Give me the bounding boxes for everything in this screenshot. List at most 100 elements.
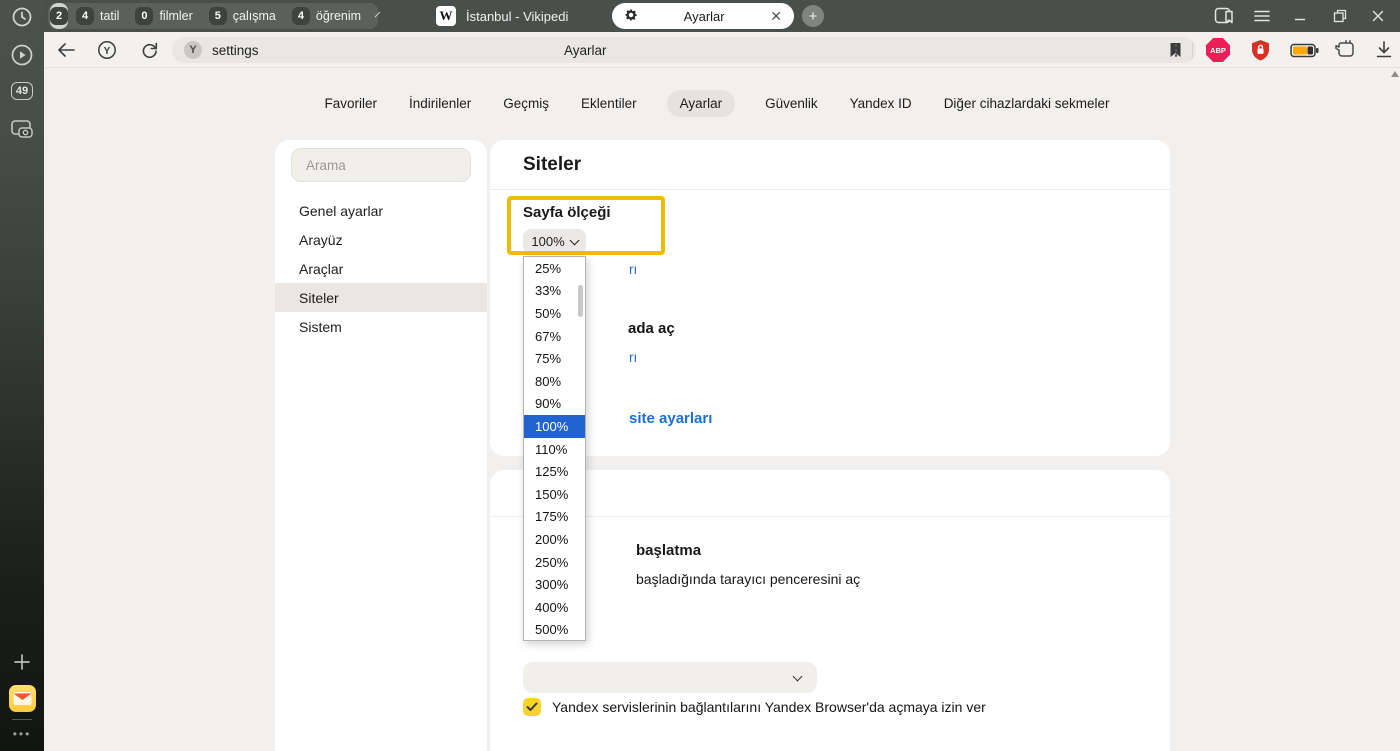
- startup-heading-fragment: başlatma: [636, 542, 701, 559]
- tab-groups-strip: 2 4 tatil 0 filmler 5 çalışma 4 öğrenim: [48, 3, 378, 29]
- tab-group-tatil[interactable]: 4 tatil: [68, 7, 127, 25]
- chevron-down-icon: [569, 235, 579, 245]
- zoom-option-50[interactable]: 50%: [524, 302, 585, 325]
- nav-tab-indirilenler[interactable]: İndirilenler: [407, 90, 473, 117]
- refresh-icon[interactable]: [136, 32, 162, 68]
- menu-item-genel-ayarlar[interactable]: Genel ayarlar: [275, 196, 487, 225]
- tab-wikipedia[interactable]: W İstanbul - Vikipedi: [394, 0, 568, 32]
- scroll-up-arrow-icon[interactable]: [1391, 71, 1399, 77]
- allow-yandex-links-row[interactable]: Yandex servislerinin bağlantılarını Yand…: [523, 698, 1143, 716]
- page-scale-dropdown-button[interactable]: 100%: [523, 229, 586, 254]
- startup-option-text[interactable]: başladığında tarayıcı penceresini aç: [636, 571, 860, 587]
- tab-group-calisma[interactable]: 5 çalışma: [201, 7, 284, 25]
- siteler-card: Siteler Sayfa ölçeği 100% rı ada aç rı s…: [490, 140, 1170, 456]
- zoom-option-25[interactable]: 25%: [524, 257, 585, 280]
- zoom-option-90[interactable]: 90%: [524, 393, 585, 416]
- back-arrow-icon[interactable]: [52, 32, 80, 68]
- nav-tab-guvenlik[interactable]: Güvenlik: [763, 90, 820, 117]
- tab-group-filmler[interactable]: 0 filmler: [127, 7, 200, 25]
- screenshot-icon[interactable]: [0, 115, 44, 143]
- tab-settings-active[interactable]: Ayarlar ✕: [612, 3, 794, 29]
- wikipedia-favicon: W: [436, 6, 456, 26]
- hidden-link-fragment-1[interactable]: rı: [629, 262, 637, 277]
- zoom-option-110[interactable]: 110%: [524, 438, 585, 461]
- zoom-option-100-selected[interactable]: 100%: [524, 415, 585, 438]
- nav-tab-favoriler[interactable]: Favoriler: [322, 90, 379, 117]
- zoom-option-150[interactable]: 150%: [524, 483, 585, 506]
- site-settings-link-fragment[interactable]: site ayarları: [629, 410, 712, 427]
- url-text[interactable]: settings: [212, 37, 259, 63]
- tabs-counter-badge[interactable]: 49: [0, 79, 44, 103]
- zoom-option-300[interactable]: 300%: [524, 573, 585, 596]
- settings-menu-list: Genel ayarlar Arayüz Araçlar Siteler Sis…: [275, 196, 487, 341]
- video-play-icon[interactable]: [0, 42, 44, 68]
- group-count: 0: [135, 7, 153, 25]
- page-scale-dropdown-menu: 25% 33% 50% 67% 75% 80% 90% 100% 110% 12…: [523, 256, 586, 641]
- restore-button[interactable]: [1324, 0, 1356, 32]
- startup-mode-select[interactable]: [523, 662, 817, 693]
- group-label: tatil: [100, 9, 119, 23]
- yandex-mail-icon[interactable]: [0, 684, 44, 712]
- page-scrollbar[interactable]: [1390, 68, 1400, 751]
- hidden-bold-fragment: ada aç: [628, 320, 675, 337]
- more-options-dots-icon[interactable]: •••: [0, 724, 44, 744]
- group-count: 5: [209, 7, 227, 25]
- menu-item-araclar[interactable]: Araçlar: [275, 254, 487, 283]
- address-bar: Y Y settings Ayarlar ⋮ ABP: [44, 32, 1400, 68]
- kebab-menu-icon[interactable]: ⋮: [1166, 32, 1186, 68]
- downloads-icon[interactable]: [1370, 32, 1398, 68]
- left-sidebar: 49 •••: [0, 0, 44, 751]
- yandex-home-icon[interactable]: Y: [94, 32, 120, 68]
- sistem-card: başlatma başladığında tarayıcı penceresi…: [490, 470, 1170, 751]
- extension-icon[interactable]: [1330, 32, 1360, 68]
- abp-label: ABP: [1210, 46, 1226, 55]
- group-count: 4: [292, 7, 310, 25]
- group-count: 4: [76, 7, 94, 25]
- dropdown-scrollbar-thumb[interactable]: [578, 285, 583, 317]
- zoom-option-200[interactable]: 200%: [524, 528, 585, 551]
- minimize-button[interactable]: [1284, 0, 1316, 32]
- battery-saver-icon[interactable]: [1286, 32, 1322, 68]
- zoom-option-75[interactable]: 75%: [524, 347, 585, 370]
- add-panel-plus-icon[interactable]: [0, 650, 44, 674]
- menu-item-siteler[interactable]: Siteler: [275, 283, 487, 312]
- nav-tab-yandex-id[interactable]: Yandex ID: [848, 90, 914, 117]
- protect-shield-icon[interactable]: [1246, 32, 1274, 68]
- zoom-option-33[interactable]: 33%: [524, 280, 585, 303]
- settings-page-favicon: Y: [184, 41, 202, 59]
- nav-tab-eklentiler[interactable]: Eklentiler: [579, 90, 639, 117]
- history-clock-icon[interactable]: [0, 3, 44, 31]
- nav-tab-ayarlar[interactable]: Ayarlar: [667, 90, 736, 117]
- group-label: çalışma: [233, 9, 276, 23]
- nav-tab-gecmis[interactable]: Geçmiş: [501, 90, 551, 117]
- close-button[interactable]: [1362, 0, 1394, 32]
- checkbox-checked-icon[interactable]: [523, 698, 541, 716]
- nav-tab-diger-cihazlar[interactable]: Diğer cihazlardaki sekmeler: [942, 90, 1112, 117]
- menu-item-arayuz[interactable]: Arayüz: [275, 225, 487, 254]
- zoom-option-125[interactable]: 125%: [524, 460, 585, 483]
- groups-chevron-down-icon[interactable]: [375, 12, 381, 18]
- zoom-option-400[interactable]: 400%: [524, 596, 585, 619]
- adblock-abp-icon[interactable]: ABP: [1204, 32, 1232, 68]
- tab-group-count: 2: [50, 7, 68, 25]
- menu-item-sistem[interactable]: Sistem: [275, 312, 487, 341]
- zoom-option-250[interactable]: 250%: [524, 551, 585, 574]
- tab-close-icon[interactable]: ✕: [770, 8, 794, 25]
- url-pill[interactable]: Y settings Ayarlar: [172, 37, 1196, 63]
- page-scale-label: Sayfa ölçeği: [523, 204, 611, 221]
- tab-group-active[interactable]: 2: [50, 3, 68, 29]
- page-title: Ayarlar: [564, 37, 607, 63]
- settings-page: Favoriler İndirilenler Geçmiş Eklentiler…: [44, 68, 1400, 751]
- settings-search-input[interactable]: Arama: [291, 148, 471, 182]
- zoom-option-67[interactable]: 67%: [524, 325, 585, 348]
- zoom-option-80[interactable]: 80%: [524, 370, 585, 393]
- zoom-option-500[interactable]: 500%: [524, 619, 585, 642]
- active-tab-title: Ayarlar: [638, 9, 770, 24]
- tab-group-ogrenim[interactable]: 4 öğrenim: [284, 7, 369, 25]
- hidden-link-fragment-2[interactable]: rı: [629, 350, 637, 365]
- new-tab-button[interactable]: +: [802, 5, 824, 27]
- zoom-option-175[interactable]: 175%: [524, 506, 585, 529]
- side-panel-icon[interactable]: [1208, 0, 1240, 32]
- menu-hamburger-icon[interactable]: [1246, 0, 1278, 32]
- chevron-down-icon: [793, 672, 803, 682]
